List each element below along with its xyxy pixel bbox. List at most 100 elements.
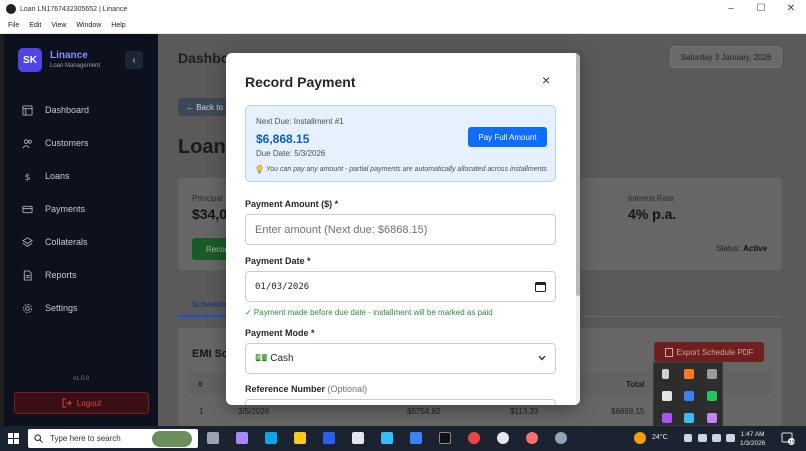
usb-icon[interactable] xyxy=(662,369,669,379)
sidebar-item-label: Customers xyxy=(45,138,89,148)
cell-interest: $113.33 xyxy=(510,407,539,416)
clock[interactable]: 1:47 AM 1/3/2026 xyxy=(740,430,765,448)
terminal-icon[interactable] xyxy=(439,432,451,444)
export-schedule-pdf-button[interactable]: Export Schedule PDF xyxy=(654,342,764,362)
search-placeholder: Type here to search xyxy=(50,434,121,443)
column-header-number: # xyxy=(198,380,203,389)
layers-icon xyxy=(22,236,33,247)
color-app-icon[interactable] xyxy=(707,391,717,401)
menu-bar: File Edit View Window Help xyxy=(0,18,806,34)
reference-label-text: Reference Number xyxy=(245,384,326,394)
status-badge: Active xyxy=(743,244,768,253)
loan-status: Status: Active xyxy=(716,244,767,253)
calendar-icon[interactable] xyxy=(535,281,546,292)
bluetooth-icon[interactable] xyxy=(684,413,694,423)
principal-label: Principal xyxy=(192,194,223,203)
chrome-icon[interactable] xyxy=(468,432,480,444)
payment-mode-value: 💵 Cash xyxy=(255,353,294,364)
search-highlight-icon[interactable] xyxy=(152,431,192,447)
app-icon-blue[interactable] xyxy=(381,432,393,444)
next-due-amount: $6,868.15 xyxy=(256,132,310,146)
modal-scrollbar-thumb[interactable] xyxy=(576,53,580,296)
hint-text: You can pay any amount - partial payment… xyxy=(266,166,547,173)
chrome-profile-icon[interactable] xyxy=(526,432,538,444)
partial-payment-hint: You can pay any amount - partial payment… xyxy=(256,165,547,174)
window-title: Loan LN1767432305652 | Linance xyxy=(20,5,128,13)
sidebar-item-settings[interactable]: Settings xyxy=(18,298,148,318)
app-icon xyxy=(6,4,16,14)
dashboard-icon xyxy=(22,104,33,116)
task-view-icon[interactable] xyxy=(207,432,219,444)
close-window-button[interactable]: ✕ xyxy=(776,0,806,18)
settings-gear-icon[interactable] xyxy=(497,432,509,444)
logo: SK xyxy=(18,48,42,72)
close-icon[interactable]: × xyxy=(542,72,550,88)
sidebar-item-payments[interactable]: Payments xyxy=(18,199,148,219)
menu-view[interactable]: View xyxy=(51,22,66,29)
menu-edit[interactable]: Edit xyxy=(29,22,41,29)
pen-icon[interactable] xyxy=(707,413,717,423)
next-due-panel: Next Due: Installment #1 $6,868.15 Due D… xyxy=(245,105,556,182)
network-icon[interactable] xyxy=(698,434,707,442)
menu-help[interactable]: Help xyxy=(111,22,125,29)
logout-icon xyxy=(62,398,72,408)
wifi-icon[interactable] xyxy=(726,434,735,442)
windows-start-icon[interactable] xyxy=(8,433,19,444)
chevron-down-icon xyxy=(538,355,546,361)
notification-icon[interactable]: 19 xyxy=(781,431,795,445)
lightbulb-icon xyxy=(256,165,263,174)
date-badge: Saturday 3 January, 2026 xyxy=(670,46,782,68)
sidebar-item-collaterals[interactable]: Collaterals xyxy=(18,232,148,252)
loan-title: Loan xyxy=(178,136,226,158)
sidebar-item-loans[interactable]: $ Loans xyxy=(18,166,148,186)
emi-title: EMI Sc xyxy=(192,348,229,360)
reference-number-input[interactable] xyxy=(245,399,556,405)
tray-app-icon[interactable] xyxy=(707,369,717,379)
payment-amount-input[interactable]: Enter amount (Next due: $6868.15) xyxy=(245,214,556,245)
column-header-total: Total xyxy=(626,380,645,389)
copilot-icon[interactable] xyxy=(236,432,248,444)
onedrive-icon[interactable] xyxy=(684,391,694,401)
sidebar-item-dashboard[interactable]: Dashboard xyxy=(18,100,148,120)
store-icon[interactable] xyxy=(352,432,364,444)
volume-icon[interactable] xyxy=(712,434,721,442)
cell-due-date: 3/5/2026 xyxy=(238,407,270,416)
outlook-icon[interactable] xyxy=(323,432,335,444)
edge-icon[interactable] xyxy=(265,432,277,444)
payment-date-input[interactable]: 01/03/2026 xyxy=(245,271,556,302)
maximize-button[interactable]: ☐ xyxy=(746,0,776,18)
sidebar-item-label: Collaterals xyxy=(45,237,88,247)
teams-icon[interactable] xyxy=(662,413,672,423)
menu-file[interactable]: File xyxy=(8,22,19,29)
storage-icon[interactable] xyxy=(662,391,672,401)
tab-schedule[interactable]: Schedule xyxy=(192,300,228,309)
office-icon[interactable] xyxy=(684,369,694,379)
interest-rate-value: 4% p.a. xyxy=(628,206,677,222)
minimize-button[interactable]: – xyxy=(716,0,746,18)
document-icon xyxy=(23,269,32,281)
next-due-label: Next Due: Installment #1 xyxy=(256,117,344,126)
record-payment-modal: Record Payment × Next Due: Installment #… xyxy=(226,53,580,405)
chevron-up-icon[interactable] xyxy=(684,434,692,442)
vscode-icon[interactable] xyxy=(410,432,422,444)
brand-subtitle: Loan Management xyxy=(50,63,101,69)
interest-rate-label: Interest Rate xyxy=(628,194,674,203)
window-titlebar: Loan LN1767432305652 | Linance – ☐ ✕ xyxy=(0,0,806,18)
electron-app-icon[interactable] xyxy=(555,432,567,444)
sidebar-item-reports[interactable]: Reports xyxy=(18,265,148,285)
pay-full-amount-button[interactable]: Pay Full Amount xyxy=(468,127,547,147)
status-label: Status: xyxy=(716,244,741,253)
card-icon xyxy=(22,205,33,213)
logout-button[interactable]: Logout xyxy=(14,392,149,414)
file-explorer-icon[interactable] xyxy=(294,432,306,444)
menu-window[interactable]: Window xyxy=(76,22,101,29)
cell-principal: $6754.82 xyxy=(407,407,441,416)
sidebar-collapse-button[interactable]: ‹ xyxy=(125,51,143,69)
logout-label: Logout xyxy=(76,398,102,408)
weather-icon[interactable] xyxy=(634,432,646,444)
dollar-icon: $ xyxy=(25,172,31,182)
payment-mode-select[interactable]: 💵 Cash xyxy=(245,343,556,374)
sidebar-item-label: Payments xyxy=(45,204,86,214)
sidebar-item-customers[interactable]: Customers xyxy=(18,133,148,153)
taskbar: Type here to search 24°C 1:47 AM 1/3/202… xyxy=(0,426,806,451)
